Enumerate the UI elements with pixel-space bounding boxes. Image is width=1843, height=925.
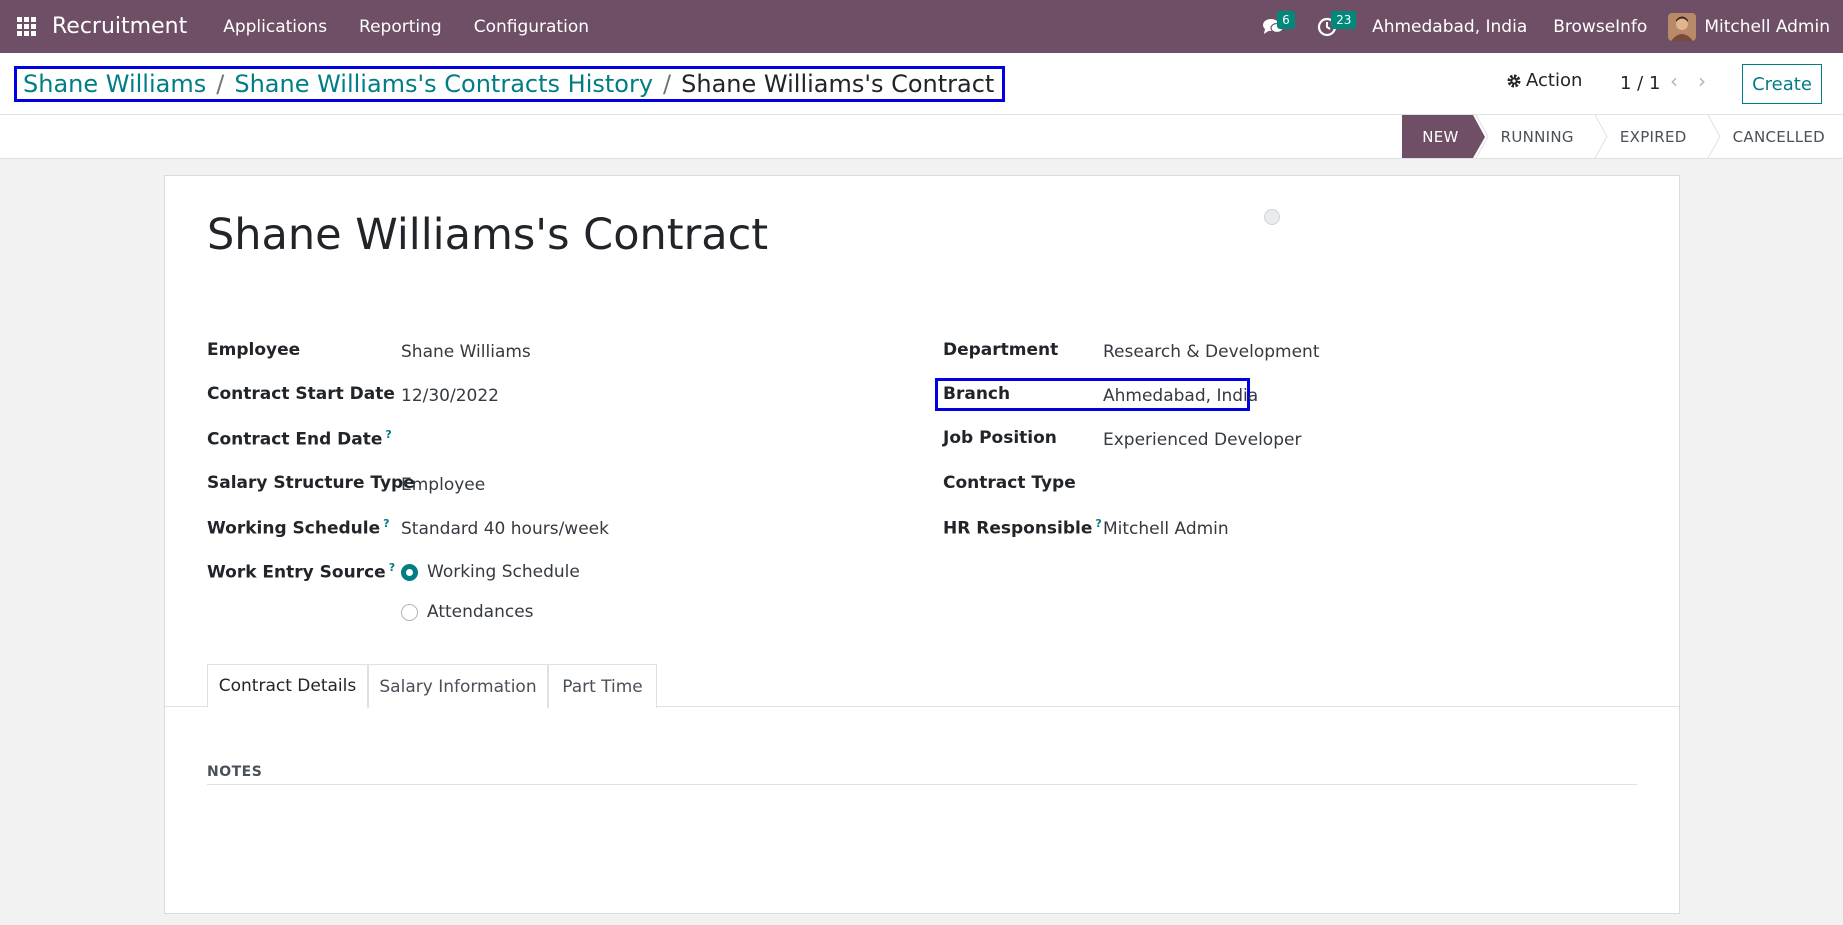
user-menu[interactable]: Mitchell Admin (1660, 12, 1843, 41)
notes-heading: NOTES (207, 764, 263, 780)
menu-reporting[interactable]: Reporting (343, 17, 458, 37)
tab-contract-details[interactable]: Contract Details (207, 664, 368, 708)
contract-end-label-text: Contract End Date (207, 429, 383, 450)
contract-type-field[interactable] (1103, 473, 1523, 497)
radio-label: Attendances (427, 602, 534, 622)
app-menu-icon[interactable] (0, 0, 52, 53)
job-position-field[interactable]: Experienced Developer (1103, 430, 1301, 450)
tab-part-time[interactable]: Part Time (548, 664, 657, 708)
chevron-left-icon[interactable]: ‹ (1670, 69, 1678, 93)
work-entry-source-label: Work Entry Source? (207, 561, 395, 583)
app-name[interactable]: Recruitment (52, 14, 187, 39)
stage-expired[interactable]: EXPIRED (1592, 115, 1705, 158)
messages-badge: 6 (1277, 11, 1295, 29)
tab-salary-information[interactable]: Salary Information (368, 664, 548, 708)
salary-structure-field[interactable]: Employee (401, 475, 485, 495)
breadcrumb: Shane Williams / Shane Williams's Contra… (14, 66, 1006, 102)
activities-button[interactable]: 23 (1305, 0, 1357, 53)
stage-running[interactable]: RUNNING (1473, 115, 1592, 158)
radio-label: Working Schedule (427, 562, 580, 582)
messages-button[interactable]: 6 (1251, 0, 1295, 53)
working-schedule-label: Working Schedule? (207, 517, 390, 539)
database-name[interactable]: BrowseInfo (1540, 17, 1660, 37)
status-bar: NEW RUNNING EXPIRED CANCELLED (0, 115, 1843, 159)
notebook-tabs: Contract Details Salary Information Part… (165, 664, 1679, 708)
employee-label: Employee (207, 340, 301, 360)
breadcrumb-current: Shane Williams's Contract (681, 70, 995, 98)
gear-icon (1507, 74, 1521, 87)
radio-working-schedule[interactable]: Working Schedule (401, 562, 580, 582)
employee-field[interactable]: Shane Williams (401, 342, 531, 362)
breadcrumb-employee[interactable]: Shane Williams (23, 70, 206, 98)
menu-configuration[interactable]: Configuration (458, 17, 605, 37)
branch-field[interactable]: Ahmedabad, India (1103, 386, 1258, 406)
job-position-label: Job Position (943, 428, 1057, 448)
radio-attendances[interactable]: Attendances (401, 602, 534, 622)
contract-start-field[interactable]: 12/30/2022 (401, 386, 499, 406)
help-icon[interactable]: ? (385, 428, 391, 441)
hr-responsible-label: HR Responsible? (943, 517, 1102, 539)
contract-end-field[interactable] (401, 428, 821, 452)
help-icon[interactable]: ? (1095, 517, 1101, 530)
user-name: Mitchell Admin (1704, 16, 1830, 37)
stage-label: EXPIRED (1619, 127, 1687, 146)
create-button[interactable]: Create (1742, 64, 1822, 104)
branch-label: Branch (943, 384, 1011, 404)
stage-separator-icon (1594, 115, 1608, 158)
contract-start-label: Contract Start Date (207, 384, 395, 404)
stage-pipeline: NEW RUNNING EXPIRED CANCELLED (1402, 115, 1843, 158)
action-label: Action (1526, 70, 1583, 91)
chevron-right-icon[interactable]: › (1698, 69, 1706, 93)
menu-applications[interactable]: Applications (207, 17, 343, 37)
activities-badge: 23 (1331, 11, 1357, 29)
working-schedule-field[interactable]: Standard 40 hours/week (401, 519, 609, 539)
control-panel: Shane Williams / Shane Williams's Contra… (0, 53, 1843, 115)
notes-divider (207, 784, 1637, 785)
contract-type-label: Contract Type (943, 473, 1076, 493)
top-navbar: Recruitment Applications Reporting Confi… (0, 0, 1843, 53)
radio-checked-icon (401, 563, 418, 581)
contract-end-label: Contract End Date? (207, 428, 392, 450)
stage-cancelled[interactable]: CANCELLED (1705, 115, 1843, 158)
breadcrumb-contracts-history[interactable]: Shane Williams's Contracts History (234, 70, 653, 98)
department-label: Department (943, 340, 1059, 360)
help-icon[interactable]: ? (389, 561, 395, 574)
breadcrumb-separator: / (216, 70, 225, 98)
page-title[interactable]: Shane Williams's Contract (207, 210, 768, 260)
work-entry-source-label-text: Work Entry Source (207, 562, 386, 583)
hr-responsible-field[interactable]: Mitchell Admin (1103, 519, 1229, 539)
breadcrumb-separator: / (663, 70, 672, 98)
stage-new[interactable]: NEW (1402, 115, 1486, 158)
salary-structure-label: Salary Structure Type (207, 473, 415, 493)
help-icon[interactable]: ? (383, 517, 389, 530)
stage-label: RUNNING (1500, 127, 1574, 146)
pager-value[interactable]: 1 / 1 (1620, 73, 1660, 94)
stage-separator-icon (1707, 115, 1721, 158)
department-field[interactable]: Research & Development (1103, 342, 1319, 362)
avatar (1668, 12, 1697, 41)
form-sheet: Shane Williams's Contract Employee Shane… (164, 175, 1680, 914)
stage-label: CANCELLED (1732, 127, 1825, 146)
radio-unchecked-icon (401, 603, 418, 621)
company-switcher[interactable]: Ahmedabad, India (1359, 17, 1540, 37)
hr-responsible-label-text: HR Responsible (943, 518, 1093, 539)
working-schedule-label-text: Working Schedule (207, 518, 381, 539)
kanban-state-toggle[interactable] (1264, 209, 1280, 225)
action-button[interactable]: Action (1506, 70, 1582, 91)
